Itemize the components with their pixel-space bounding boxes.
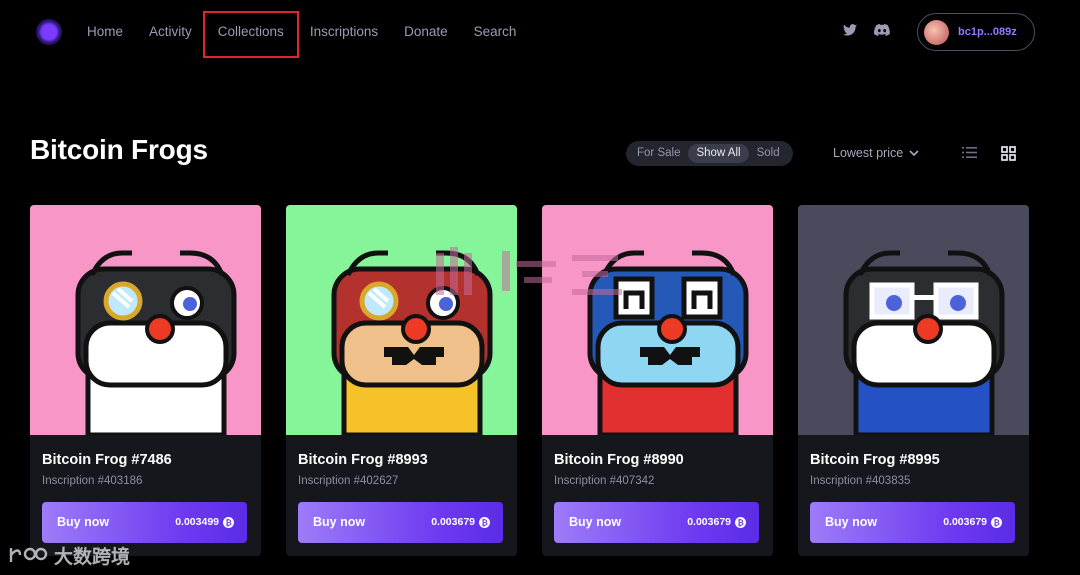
nav-links: Home Activity Collections Inscriptions D… — [74, 0, 529, 64]
price-value: 0.003679 — [687, 516, 731, 528]
chevron-down-icon — [909, 149, 919, 156]
watermark-logo-icon — [9, 547, 48, 562]
watermark: 大数跨境 — [8, 542, 130, 569]
nft-image[interactable] — [798, 205, 1029, 438]
buy-now-label: Buy now — [825, 515, 878, 529]
watermark-text: 大数跨境 — [54, 547, 131, 568]
svg-text:₿: ₿ — [737, 518, 743, 527]
filter-sold[interactable]: Sold — [749, 144, 788, 163]
nft-card[interactable]: Bitcoin Frog #8995 Inscription #403835 B… — [798, 205, 1029, 556]
avatar — [924, 19, 949, 45]
nav-donate[interactable]: Donate — [391, 0, 461, 64]
buy-now-label: Buy now — [569, 515, 622, 529]
buy-now-button[interactable]: Buy now 0.003499 ₿ — [42, 502, 247, 543]
bitcoin-icon: ₿ — [735, 517, 746, 528]
svg-text:₿: ₿ — [225, 518, 231, 527]
nft-name: Bitcoin Frog #8993 — [298, 452, 428, 468]
inscription-number: Inscription #403186 — [42, 475, 143, 487]
status-filter: For Sale Show All Sold — [626, 141, 793, 166]
grid-view-icon[interactable] — [1001, 146, 1016, 161]
list-view-icon[interactable] — [962, 146, 977, 159]
wallet-button[interactable]: bc1p...089z — [917, 13, 1035, 51]
price-value: 0.003679 — [431, 516, 475, 528]
inscription-number: Inscription #407342 — [554, 475, 655, 487]
buy-now-label: Buy now — [313, 515, 366, 529]
nav-collections[interactable]: Collections — [202, 0, 299, 64]
logo-icon[interactable] — [36, 19, 62, 45]
page-title: Bitcoin Frogs — [30, 134, 208, 165]
bitcoin-icon: ₿ — [991, 517, 1002, 528]
inscription-number: Inscription #403835 — [810, 475, 911, 487]
buy-now-button[interactable]: Buy now 0.003679 ₿ — [810, 502, 1015, 543]
filter-for-sale[interactable]: For Sale — [629, 144, 688, 163]
bitcoin-icon: ₿ — [223, 517, 234, 528]
sort-label: Lowest price — [833, 146, 904, 160]
bitcoin-icon: ₿ — [479, 517, 490, 528]
svg-text:₿: ₿ — [481, 518, 487, 527]
inscription-number: Inscription #402627 — [298, 475, 399, 487]
wallet-address: bc1p...089z — [958, 26, 1017, 38]
nft-name: Bitcoin Frog #7486 — [42, 452, 172, 468]
nft-card[interactable]: Bitcoin Frog #7486 Inscription #403186 B… — [30, 205, 261, 556]
buy-now-button[interactable]: Buy now 0.003679 ₿ — [298, 502, 503, 543]
nft-image[interactable] — [30, 205, 261, 438]
top-nav: Home Activity Collections Inscriptions D… — [0, 0, 1080, 64]
price-value: 0.003679 — [943, 516, 987, 528]
nav-search[interactable]: Search — [461, 0, 530, 64]
nav-activity[interactable]: Activity — [136, 0, 205, 64]
nav-home[interactable]: Home — [74, 0, 136, 64]
buy-now-label: Buy now — [57, 515, 110, 529]
watermark-logo-icon — [436, 247, 622, 295]
nav-inscriptions[interactable]: Inscriptions — [297, 0, 391, 64]
price-value: 0.003499 — [175, 516, 219, 528]
buy-now-button[interactable]: Buy now 0.003679 ₿ — [554, 502, 759, 543]
twitter-icon[interactable] — [843, 24, 857, 36]
sort-dropdown[interactable]: Lowest price — [833, 146, 919, 160]
nft-name: Bitcoin Frog #8995 — [810, 452, 940, 468]
nft-name: Bitcoin Frog #8990 — [554, 452, 684, 468]
discord-icon[interactable] — [874, 24, 890, 36]
filter-show-all[interactable]: Show All — [688, 144, 749, 163]
svg-text:₿: ₿ — [993, 518, 999, 527]
